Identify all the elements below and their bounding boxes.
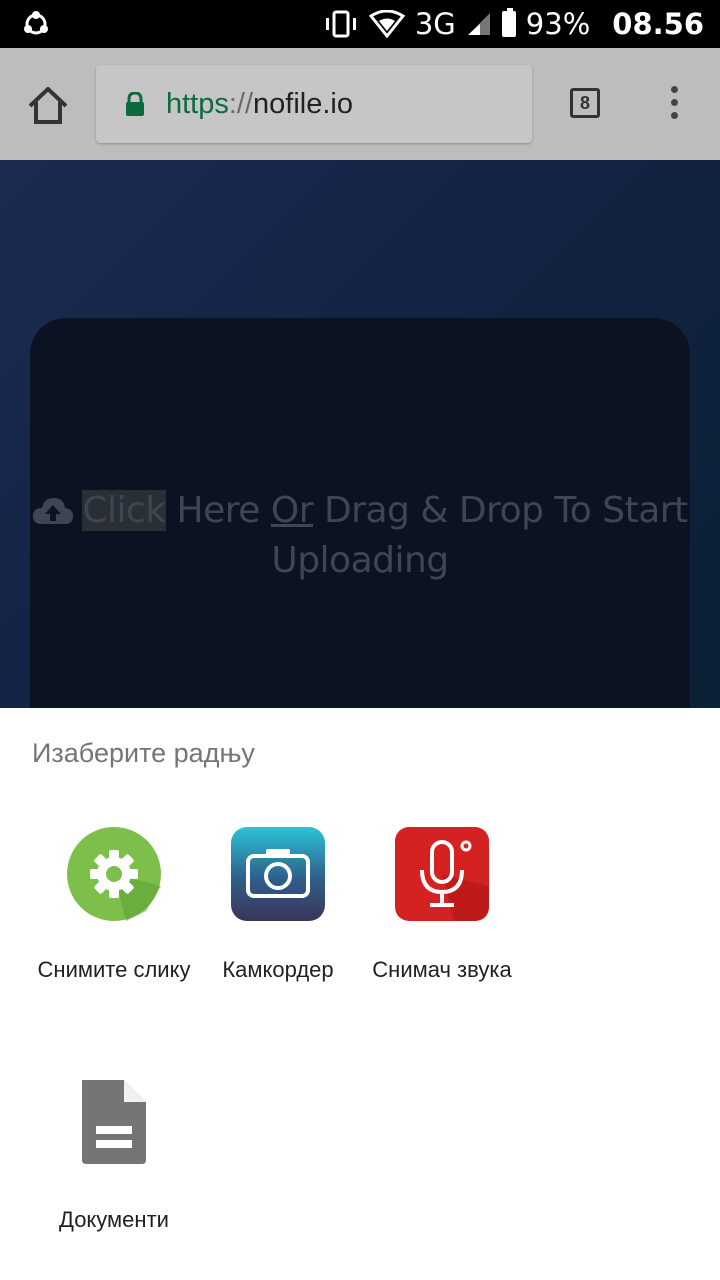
app-label: Камкордер: [222, 957, 334, 982]
wifi-icon: [368, 10, 405, 38]
tab-switcher-button[interactable]: 8: [570, 88, 600, 118]
home-icon[interactable]: [26, 84, 70, 128]
lock-icon: [126, 92, 144, 116]
app-sound-recorder[interactable]: Снимач звука: [357, 826, 527, 984]
share-icon: [24, 11, 48, 35]
network-type: 3G: [414, 7, 456, 41]
browser-toolbar: https://nofile.io 8: [0, 48, 720, 160]
url-host: nofile.io: [253, 87, 354, 120]
battery-icon: [501, 8, 516, 37]
app-camcorder[interactable]: Камкордер: [193, 826, 363, 984]
url-text: https://nofile.io: [166, 88, 353, 121]
app-documents[interactable]: Документи: [29, 1076, 199, 1234]
dropzone-here: Here: [165, 490, 271, 531]
dropzone-rest: Drag & Drop To Start Uploading: [271, 490, 688, 581]
status-bar: 3G 93% 08.56: [0, 0, 720, 48]
dropzone-or: Or: [270, 490, 314, 531]
app-label: Снимач звука: [372, 957, 512, 982]
signal-icon: [467, 13, 490, 35]
web-page: Click Here Or Drag & Drop To Start Uploa…: [0, 160, 720, 738]
app-take-photo[interactable]: Снимите слику: [29, 826, 199, 984]
dropzone-text: Click Here Or Drag & Drop To Start Uploa…: [30, 486, 690, 586]
microphone-icon: [395, 827, 489, 921]
tab-count: 8: [579, 92, 590, 113]
cloud-upload-icon: [33, 498, 74, 524]
url-scheme: https: [166, 87, 229, 120]
vibrate-icon: [325, 10, 356, 38]
clock: 08.56: [612, 7, 704, 41]
click-link[interactable]: Click: [82, 490, 166, 531]
upload-dropzone[interactable]: Click Here Or Drag & Drop To Start Uploa…: [30, 318, 690, 738]
camera-settings-icon: [67, 827, 161, 921]
camera-icon: [231, 827, 325, 921]
app-label: Документи: [59, 1207, 169, 1232]
document-icon: [82, 1080, 146, 1164]
app-label: Снимите слику: [37, 957, 191, 982]
overflow-menu-icon[interactable]: [664, 86, 684, 122]
url-separator: ://: [228, 87, 254, 120]
address-bar[interactable]: https://nofile.io: [96, 65, 532, 143]
battery-level: 93%: [525, 7, 591, 41]
chooser-title: Изаберите радњу: [32, 738, 255, 768]
action-chooser-sheet: Изаберите радњу Снимите слику Камкордер …: [0, 708, 720, 1280]
